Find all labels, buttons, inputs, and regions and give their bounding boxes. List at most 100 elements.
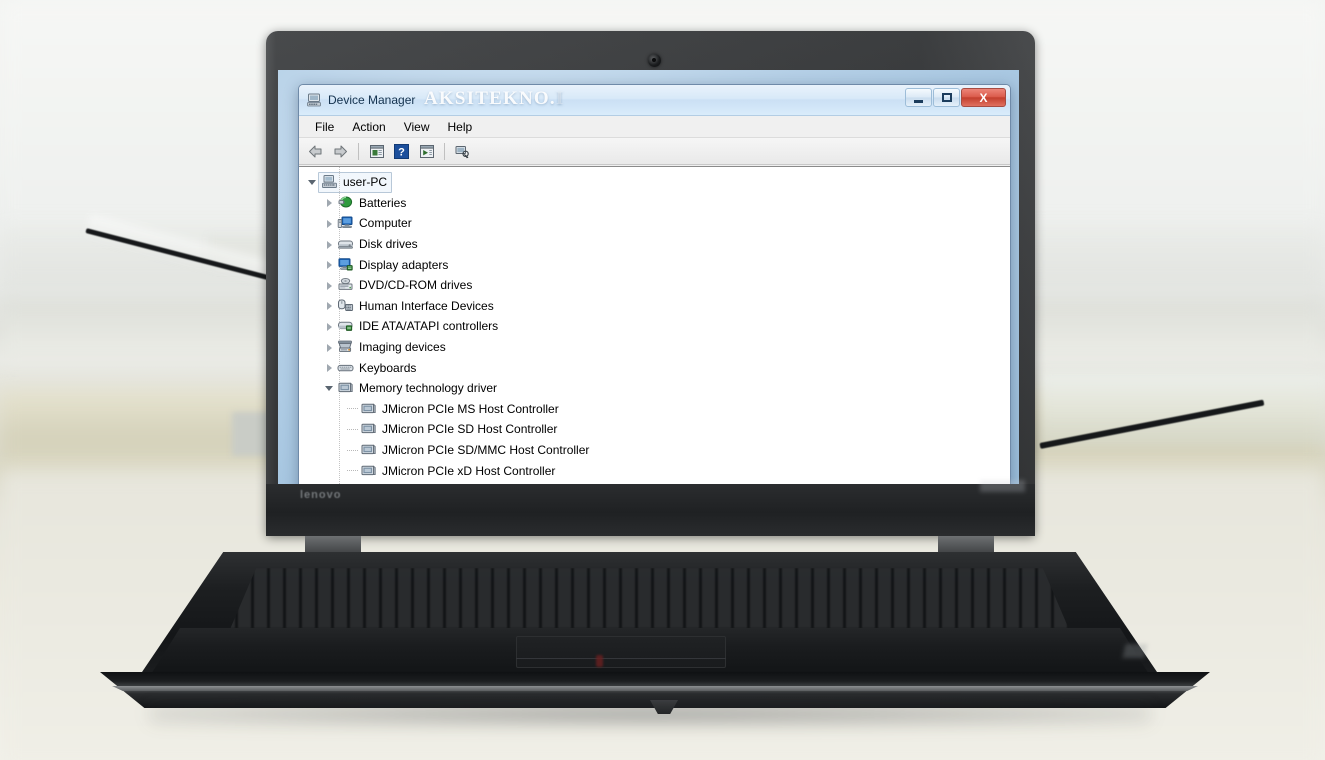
trackpoint-icon [596,655,603,667]
tree-root-selection[interactable]: user-PC [318,171,393,193]
window-controls: X [905,88,1006,107]
tree-item-label: IDE ATA/ATAPI controllers [359,319,499,334]
imaging-device-icon [337,339,354,355]
laptop: Device Manager AKSITEKNO.I X File Action… [0,0,1325,760]
back-icon[interactable] [304,140,327,162]
tree-root-label: user-PC [343,174,388,189]
toolbar[interactable]: ? [299,138,1010,165]
toolbar-separator [358,142,359,160]
bezel-highlight [980,480,1025,492]
chevron-right-icon[interactable] [324,239,335,250]
tree-item-label: Disk drives [359,237,418,252]
tree-item-label: JMicron PCIe SD Host Controller [382,422,558,437]
laptop-keyboard [230,568,1069,628]
memory-device-icon [360,401,377,417]
laptop-front-strip [112,686,1198,691]
memory-driver-icon [337,380,354,396]
menu-item-action[interactable]: Action [343,118,394,136]
tree-item-jmicron-ms[interactable]: JMicron PCIe MS Host Controller [299,399,1010,420]
tree-item-imaging-devices[interactable]: Imaging devices [299,337,1010,358]
computer-root-icon [321,174,338,190]
webcam-lens [652,58,656,62]
chevron-right-icon[interactable] [324,300,335,311]
chevron-expanded-icon[interactable] [324,383,335,394]
chevron-right-icon[interactable] [324,362,335,373]
brand-logo: lenovo [300,489,342,501]
chevron-right-icon[interactable] [324,218,335,229]
tree-item-batteries[interactable]: Batteries [299,193,1010,214]
close-button[interactable]: X [961,88,1006,107]
tree-item-label: DVD/CD-ROM drives [359,278,473,293]
palmrest-badge [1122,644,1148,658]
tree-connector [346,424,359,435]
tree-connector [346,445,359,456]
menu-item-help[interactable]: Help [439,118,482,136]
tree-item-disk-drives[interactable]: Disk drives [299,234,1010,255]
scene: Device Manager AKSITEKNO.I X File Action… [0,0,1325,760]
minimize-button[interactable] [905,88,932,107]
tree-item-label: JMicron PCIe SD/MMC Host Controller [382,443,590,458]
update-driver-icon[interactable] [415,140,438,162]
device-manager-icon [306,92,322,108]
chevron-expanded-icon[interactable] [307,177,318,188]
tree-item-ide-ata-atapi-controllers[interactable]: IDE ATA/ATAPI controllers [299,316,1010,337]
maximize-button[interactable] [933,88,960,107]
tree-connector [346,465,359,476]
chevron-right-icon[interactable] [324,321,335,332]
window-titlebar[interactable]: Device Manager AKSITEKNO.I X [299,85,1010,116]
dvd-drive-icon [337,277,354,293]
watermark: AKSITEKNO.I [424,88,564,110]
tree-item-keyboards[interactable]: Keyboards [299,357,1010,378]
hid-icon [337,298,354,314]
tree-item-computer[interactable]: Computer [299,213,1010,234]
tree-item-jmicron-sd-mmc[interactable]: JMicron PCIe SD/MMC Host Controller [299,440,1010,461]
tree-item-dvd-cd-rom-drives[interactable]: DVD/CD-ROM drives [299,275,1010,296]
menu-item-view[interactable]: View [395,118,439,136]
watermark-text: AKSITEKNO. [424,88,556,109]
tree-item-label: Imaging devices [359,340,446,355]
tree-item-display-adapters[interactable]: Display adapters [299,254,1010,275]
laptop-shadow [150,702,1150,726]
properties-icon[interactable] [365,140,388,162]
svg-text:?: ? [398,146,405,158]
device-tree[interactable]: user-PC Batteries Computer Disk drives D… [299,166,1010,485]
tree-item-label: Batteries [359,195,407,210]
tree-item-label: Memory technology driver [359,381,498,396]
chevron-right-icon[interactable] [324,280,335,291]
tree-item-label: Display adapters [359,257,449,272]
tree-item-jmicron-sd[interactable]: JMicron PCIe SD Host Controller [299,419,1010,440]
menu-item-file[interactable]: File [306,118,343,136]
ide-controller-icon [337,318,354,334]
chevron-right-icon[interactable] [324,197,335,208]
computer-icon [337,215,354,231]
chevron-right-icon[interactable] [324,342,335,353]
battery-icon [337,195,354,211]
watermark-faded-text: I [555,88,565,109]
tree-item-human-interface-devices[interactable]: Human Interface Devices [299,296,1010,317]
scan-hardware-changes-icon[interactable] [451,140,474,162]
tree-item-label: Computer [359,216,412,231]
disk-drive-icon [337,236,354,252]
tree-connector [346,403,359,414]
toolbar-separator-2 [444,142,445,160]
memory-device-icon [360,421,377,437]
forward-icon[interactable] [329,140,352,162]
memory-device-icon [360,442,377,458]
display-adapter-icon [337,257,354,273]
laptop-screen: Device Manager AKSITEKNO.I X File Action… [278,70,1019,485]
memory-device-icon [360,463,377,479]
tree-item-label: Human Interface Devices [359,298,494,313]
tree-root-row[interactable]: user-PC [299,171,1010,193]
tree-item-memory-technology-driver[interactable]: Memory technology driver [299,378,1010,399]
tree-item-label: JMicron PCIe xD Host Controller [382,463,556,478]
laptop-trackpad [516,636,726,668]
tree-item-jmicron-xd[interactable]: JMicron PCIe xD Host Controller [299,460,1010,481]
menu-bar[interactable]: File Action View Help [299,116,1010,138]
help-icon[interactable]: ? [390,140,413,162]
device-manager-window[interactable]: Device Manager AKSITEKNO.I X File Action… [298,84,1011,485]
tree-item-label: JMicron PCIe MS Host Controller [382,401,559,416]
chevron-right-icon[interactable] [324,259,335,270]
trackpad-button-divider [516,658,726,659]
tree-item-label: Keyboards [359,360,417,375]
laptop-bottom-bezel [266,484,1035,536]
